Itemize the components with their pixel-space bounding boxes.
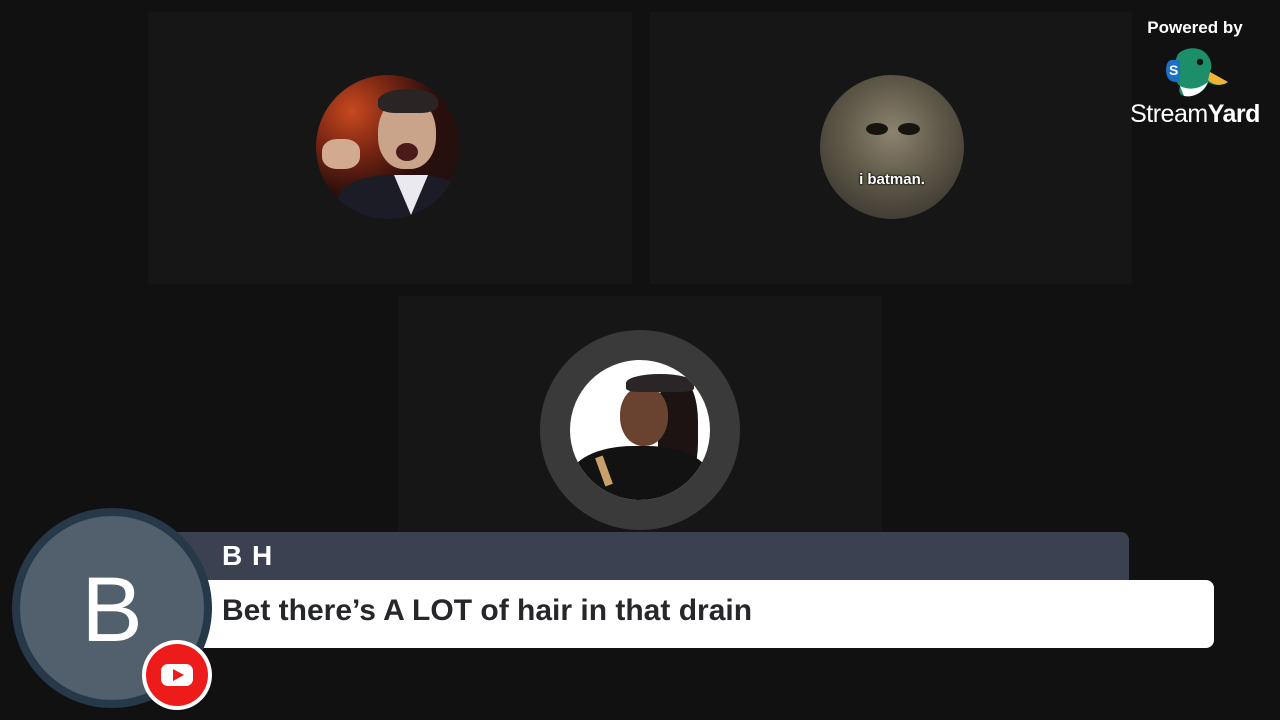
participant-avatar (316, 75, 460, 219)
brand-name-part: Stream (1130, 100, 1208, 128)
participant-tile (398, 296, 882, 536)
comment-author-name: B H (222, 540, 274, 571)
brand-name: StreamYard (1120, 100, 1270, 129)
participant-tile (148, 12, 632, 284)
comment-text-box: Bet there’s A LOT of hair in that drain (180, 580, 1214, 648)
participant-tile: i batman. (650, 12, 1132, 284)
streamyard-broadcast-stage: i batman. Powered by S StreamYard B H Be… (0, 0, 1280, 720)
brand-name-part: Yard (1207, 100, 1261, 128)
powered-by-label: Powered by (1147, 18, 1243, 37)
comment-text: Bet there’s A LOT of hair in that drain (222, 594, 753, 627)
speaking-ring (540, 330, 740, 530)
youtube-icon (142, 640, 212, 710)
comment-author-bar: B H (150, 532, 1129, 586)
svg-text:S: S (1169, 62, 1178, 78)
participant-avatar: i batman. (820, 75, 964, 219)
duck-logo-icon: S (1166, 48, 1228, 97)
participant-avatar (570, 360, 710, 500)
avatar-caption: i batman. (859, 171, 925, 188)
streamyard-branding: Powered by S StreamYard (1120, 14, 1270, 134)
